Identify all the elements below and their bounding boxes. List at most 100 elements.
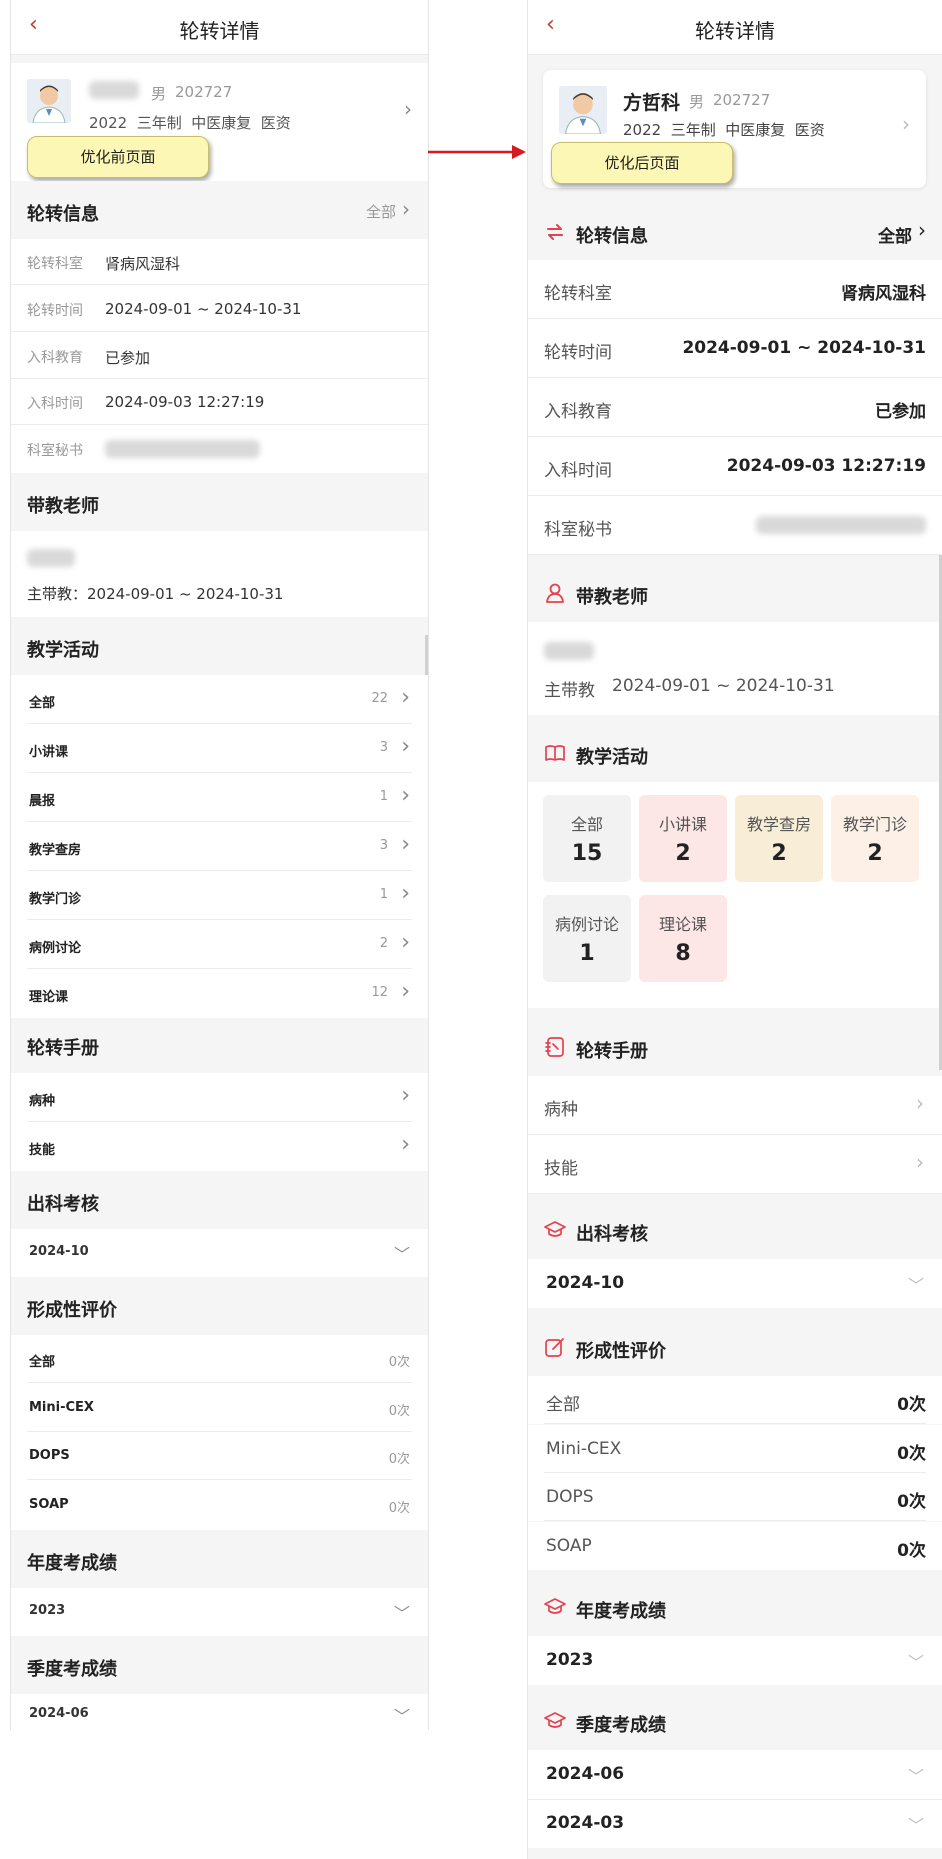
annual-select[interactable]: 2023 ﹀ — [528, 1636, 942, 1685]
rotation-label: 轮转时间 — [27, 302, 83, 319]
activity-tile-label: 理论课 — [658, 915, 707, 934]
rotation-row: 科室秘书 — [11, 426, 428, 473]
formative-item[interactable]: 全部 0次 — [11, 1335, 428, 1383]
rotation-all-link[interactable]: 全部 — [366, 201, 396, 222]
formative-label: Mini-CEX — [546, 1438, 622, 1459]
chevron-right-icon: › — [401, 734, 410, 759]
activity-item[interactable]: 病例讨论 2 › — [11, 920, 428, 969]
formative-label: DOPS — [546, 1487, 594, 1507]
formative-value: 0次 — [897, 1395, 926, 1415]
formative-value: 0次 — [897, 1492, 926, 1512]
student-info: 2022 三年制 中医康复 医资 — [89, 114, 291, 132]
section-quarterly-header: 季度考成绩 — [11, 1636, 428, 1694]
rotation-value: 肾病风湿科 — [841, 284, 926, 304]
activity-count: 2 — [379, 936, 388, 951]
section-activities-header: 教学活动 — [528, 724, 942, 782]
annual-select[interactable]: 2023 ﹀ — [11, 1588, 428, 1636]
rotation-all-link[interactable]: 全部 — [878, 222, 912, 247]
rotation-row: 入科教育 已参加 — [11, 332, 428, 379]
activity-tile-count: 8 — [675, 941, 691, 966]
student-name: 方哲科 — [623, 92, 681, 114]
formative-value: 0次 — [388, 1501, 410, 1517]
chevron-right-icon: › — [902, 112, 910, 136]
student-id: 202727 — [713, 91, 771, 109]
activity-count: 3 — [379, 740, 388, 755]
chevron-right-icon: › — [918, 218, 926, 242]
formative-item[interactable]: 全部 0次 — [528, 1376, 942, 1424]
formative-item[interactable]: SOAP 0次 — [528, 1521, 942, 1570]
formative-item[interactable]: DOPS 0次 — [528, 1473, 942, 1521]
student-info: 2022 三年制 中医康复 医资 — [623, 121, 825, 139]
formative-value: 0次 — [897, 1540, 926, 1561]
activity-item[interactable]: 小讲课 3 › — [11, 724, 428, 773]
section-exam-header: 出科考核 — [528, 1201, 942, 1259]
chevron-down-icon: ﹀ — [907, 1767, 924, 1786]
chevron-right-icon: › — [916, 1150, 924, 1174]
rotation-label: 轮转科室 — [544, 284, 612, 304]
section-rotation-header: 轮转信息 全部 › — [528, 205, 942, 260]
teacher-period: 2024-09-01 ~ 2024-10-31 — [612, 676, 835, 696]
after-page: ‹ 轮转详情 方哲科 男 202727 2022 三年制 中医康复 医资 › 优… — [527, 0, 942, 1859]
exam-select[interactable]: 2024-10 ﹀ — [528, 1259, 942, 1308]
formative-item[interactable]: Mini-CEX 0次 — [528, 1424, 942, 1473]
person-icon — [546, 583, 564, 603]
activity-item[interactable]: 晨报 1 › — [11, 773, 428, 822]
activity-tile[interactable]: 小讲课 2 — [639, 795, 727, 882]
quarterly-select-1[interactable]: 2024-06 ﹀ — [528, 1750, 942, 1799]
rotation-label: 轮转时间 — [544, 343, 612, 363]
manual-item[interactable]: 技能 › — [528, 1135, 942, 1194]
activity-tile-count: 2 — [867, 841, 883, 866]
manual-label: 技能 — [544, 1159, 578, 1179]
chevron-right-icon: › — [401, 881, 410, 906]
quarterly-select-2[interactable]: 2024-03 ﹀ — [528, 1799, 942, 1848]
secretary-blurred — [756, 516, 926, 534]
rotation-value: 已参加 — [875, 402, 926, 422]
activity-tile[interactable]: 教学查房 2 — [735, 795, 823, 882]
activity-item[interactable]: 教学查房 3 › — [11, 822, 428, 871]
section-annual-header: 年度考成绩 — [11, 1530, 428, 1588]
activity-tile[interactable]: 全部 15 — [543, 795, 631, 882]
activity-tile[interactable]: 病例讨论 1 — [543, 895, 631, 982]
rotation-value: 2024-09-03 12:27:19 — [105, 393, 265, 412]
student-gender: 男 — [151, 85, 167, 103]
quarterly-select[interactable]: 2024-06 ﹀ — [11, 1694, 428, 1730]
formative-item[interactable]: DOPS 0次 — [11, 1432, 428, 1481]
activity-tile-label: 教学查房 — [746, 815, 811, 834]
activity-tile-count: 2 — [675, 841, 691, 866]
activity-tile[interactable]: 理论课 8 — [639, 895, 727, 982]
formative-item[interactable]: SOAP 0次 — [11, 1481, 428, 1530]
rotation-label: 入科教育 — [544, 402, 612, 422]
chevron-right-icon: › — [916, 1091, 924, 1115]
activity-tile-label: 教学门诊 — [842, 815, 907, 834]
before-label: 优化前页面 — [27, 136, 209, 178]
chevron-right-icon: › — [401, 832, 410, 857]
activity-count: 1 — [379, 789, 388, 804]
activity-item[interactable]: 教学门诊 1 › — [11, 871, 428, 920]
student-name-blurred — [89, 81, 139, 99]
rotation-value: 肾病风湿科 — [105, 255, 181, 273]
activity-label: 小讲课 — [29, 745, 69, 760]
manual-item[interactable]: 病种 › — [528, 1076, 942, 1135]
exam-select[interactable]: 2024-10 ﹀ — [11, 1229, 428, 1277]
section-formative-header: 形成性评价 — [528, 1318, 942, 1376]
manual-item[interactable]: 病种 › — [11, 1073, 428, 1122]
before-page: ‹ 轮转详情 男 202727 2022 三年制 中医康复 医资 › 优化前页面… — [10, 0, 429, 1730]
activity-item[interactable]: 全部 22 › — [11, 675, 428, 724]
activity-item[interactable]: 理论课 12 › — [11, 969, 428, 1018]
activity-label: 教学查房 — [29, 843, 82, 858]
section-formative-header: 形成性评价 — [11, 1277, 428, 1335]
formative-value: 0次 — [388, 1403, 410, 1419]
manual-item[interactable]: 技能 › — [11, 1122, 428, 1171]
rotation-row: 科室秘书 — [528, 496, 942, 555]
activity-tile[interactable]: 教学门诊 2 — [831, 795, 919, 882]
rotation-row: 轮转科室 肾病风湿科 — [11, 239, 428, 285]
quarterly-list: 2024-06 ﹀ 2024-03 ﹀ — [528, 1750, 942, 1848]
activity-count: 1 — [379, 887, 388, 902]
rotation-value: 已参加 — [105, 348, 151, 367]
rotation-row: 轮转科室 肾病风湿科 — [528, 260, 942, 319]
arrow-icon — [428, 145, 526, 159]
activity-count: 3 — [379, 838, 388, 853]
chevron-right-icon: › — [401, 930, 410, 955]
formative-item[interactable]: Mini-CEX 0次 — [11, 1383, 428, 1432]
chevron-down-icon: ﹀ — [907, 1276, 924, 1295]
